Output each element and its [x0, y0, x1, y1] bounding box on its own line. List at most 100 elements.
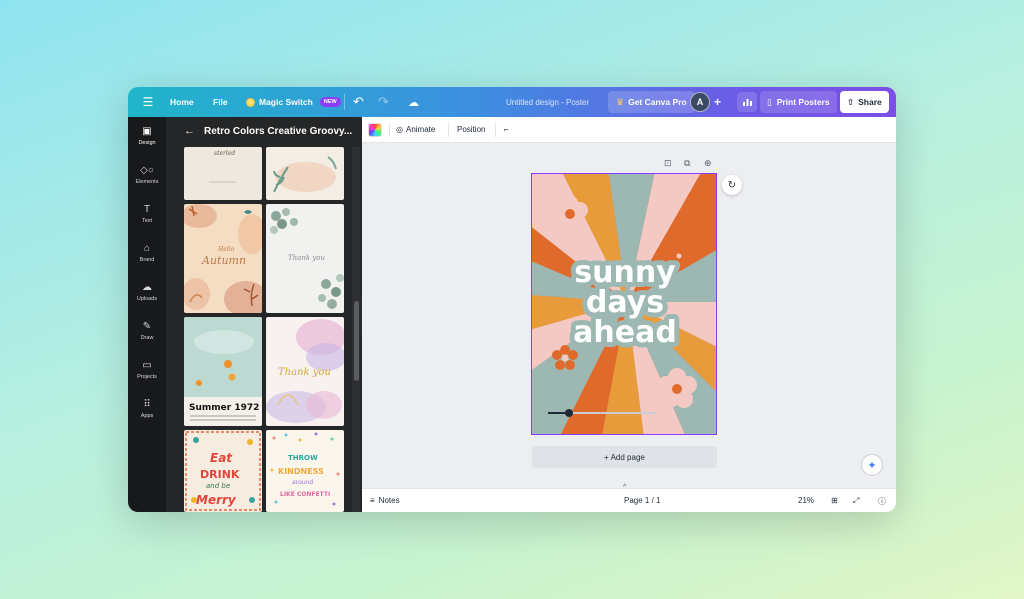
notes-button[interactable]: ≡ Notes — [370, 496, 400, 505]
draw-icon: ✎ — [142, 321, 152, 332]
position-button[interactable]: Position — [457, 125, 485, 134]
rail-label: Text — [141, 218, 153, 224]
svg-text:Summer 1972: Summer 1972 — [189, 403, 259, 413]
rail-item-design[interactable]: ▣ Design — [128, 119, 166, 153]
template-thumbnail[interactable] — [266, 147, 344, 200]
svg-text:LIKE CONFETTI: LIKE CONFETTI — [280, 491, 330, 498]
template-grid: sterled Hello Autumn Thank you Summer 19… — [184, 147, 344, 512]
template-thumbnail[interactable]: Hello Autumn — [184, 204, 262, 313]
rail-label: Uploads — [136, 296, 158, 302]
toolbar-divider — [448, 123, 449, 137]
rail-item-projects[interactable]: ▭ Projects — [128, 353, 166, 387]
share-icon: ⇧ — [847, 96, 855, 107]
svg-text:Thank you: Thank you — [278, 367, 331, 378]
poster-design[interactable]: sunny days ahead sunny days ahead — [531, 173, 717, 435]
svg-text:and be: and be — [206, 482, 230, 490]
menu-icon[interactable]: ☰ — [138, 87, 158, 117]
add-page-button[interactable]: + Add page — [532, 446, 717, 468]
zoom-slider-knob[interactable] — [565, 409, 573, 417]
back-arrow-icon[interactable]: ← — [184, 125, 195, 137]
template-thumbnail[interactable]: Summer 1972 — [184, 317, 262, 426]
template-thumbnail[interactable]: THROW KINDNESS around LIKE CONFETTI — [266, 430, 344, 512]
notes-label: Notes — [378, 496, 400, 505]
panel-title: Retro Colors Creative Groovy... — [204, 126, 353, 137]
design-icon: ▣ — [142, 126, 152, 137]
poster-line-3: ahead — [573, 315, 677, 350]
rail-item-elements[interactable]: ◇○ Elements — [128, 158, 166, 192]
panel-scroll-thumb[interactable] — [354, 301, 359, 381]
svg-text:Hello: Hello — [217, 246, 235, 253]
template-panel: ← Retro Colors Creative Groovy... sterle… — [166, 117, 362, 512]
template-thumbnail[interactable]: Thank you — [266, 204, 344, 313]
brand-icon: ⌂ — [143, 243, 151, 254]
panel-header: ← Retro Colors Creative Groovy... — [166, 117, 362, 147]
rail-label: Brand — [139, 257, 155, 263]
add-collaborator-icon[interactable]: + — [714, 87, 721, 117]
get-canva-pro-button[interactable]: ♛ Get Canva Pro — [608, 91, 695, 113]
fullscreen-icon[interactable]: ⤢ — [853, 496, 859, 506]
apps-icon: ⠿ — [143, 399, 151, 410]
help-icon[interactable]: ⓘ — [878, 496, 886, 507]
elements-icon: ◇○ — [140, 165, 154, 176]
cloud-save-icon[interactable]: ☁ — [408, 87, 419, 117]
undo-icon[interactable]: ↶ — [353, 87, 364, 117]
magic-switch-button[interactable]: Magic Switch NEW — [246, 87, 341, 117]
svg-text:around: around — [292, 479, 313, 486]
projects-icon: ▭ — [142, 360, 152, 371]
rail-label: Draw — [140, 335, 154, 341]
notes-icon: ≡ — [370, 496, 375, 505]
copy-style-icon[interactable]: ⌐ — [504, 125, 509, 134]
magic-switch-icon — [246, 97, 255, 107]
template-thumbnail[interactable]: Eat DRINK and be Merry — [184, 430, 262, 512]
magic-switch-label: Magic Switch — [259, 97, 313, 107]
rail-item-apps[interactable]: ⠿ Apps — [128, 392, 166, 426]
file-menu[interactable]: File — [213, 87, 228, 117]
rail-label: Projects — [137, 374, 157, 380]
template-thumbnail[interactable]: Thank you — [266, 317, 344, 426]
zoom-level[interactable]: 21% — [798, 496, 814, 505]
rail-label: Elements — [135, 179, 159, 185]
svg-text:sterled: sterled — [214, 150, 235, 157]
svg-text:DRINK: DRINK — [200, 468, 240, 481]
share-button[interactable]: ⇧ Share — [840, 91, 889, 113]
print-icon: ▯ — [767, 96, 772, 107]
grid-view-icon[interactable]: ⊞ — [831, 496, 838, 505]
svg-text:KINDNESS: KINDNESS — [278, 467, 324, 476]
canva-window: ☰ Home File Magic Switch NEW ↶ ↷ ☁ Untit… — [128, 87, 896, 512]
rail-label: Design — [138, 140, 156, 146]
toolbar-divider — [495, 123, 496, 137]
uploads-icon: ☁ — [142, 282, 152, 293]
svg-text:Autumn: Autumn — [201, 254, 246, 267]
animate-button[interactable]: ◎ Animate — [396, 125, 435, 134]
page-indicator[interactable]: Page 1 / 1 — [624, 496, 660, 505]
svg-text:Thank you: Thank you — [288, 254, 325, 262]
crown-icon: ♛ — [616, 96, 625, 107]
print-label: Print Posters — [776, 97, 830, 107]
avatar[interactable]: A — [690, 92, 710, 112]
rail-label: Apps — [140, 413, 154, 419]
animate-label: Animate — [405, 125, 436, 134]
refresh-icon[interactable]: ↻ — [722, 175, 742, 195]
top-bar: ☰ Home File Magic Switch NEW ↶ ↷ ☁ Untit… — [128, 87, 896, 117]
lock-icon[interactable]: ⊡ — [664, 158, 672, 169]
insights-icon[interactable] — [737, 92, 757, 112]
get-pro-label: Get Canva Pro — [628, 97, 687, 107]
redo-icon[interactable]: ↷ — [378, 87, 389, 117]
document-title[interactable]: Untitled design - Poster — [506, 87, 589, 117]
toolbar-divider — [389, 123, 390, 137]
rail-item-brand[interactable]: ⌂ Brand — [128, 236, 166, 270]
duplicate-page-icon[interactable]: ⧉ — [684, 158, 690, 169]
template-thumbnail[interactable]: sterled — [184, 147, 262, 200]
rail-item-draw[interactable]: ✎ Draw — [128, 314, 166, 348]
rail-item-uploads[interactable]: ☁ Uploads — [128, 275, 166, 309]
print-posters-button[interactable]: ▯ Print Posters — [760, 91, 837, 113]
add-page-icon[interactable]: ⊕ — [704, 158, 712, 169]
editor-footer: ≡ Notes Page 1 / 1 21% ⊞ ⤢ ⓘ — [362, 488, 896, 512]
toolbar-divider — [344, 94, 345, 110]
color-picker[interactable] — [368, 123, 382, 137]
rail-item-text[interactable]: T Text — [128, 197, 166, 231]
text-icon: T — [143, 204, 151, 215]
home-button[interactable]: Home — [170, 87, 194, 117]
animate-icon: ◎ — [396, 125, 403, 134]
sparkle-icon[interactable]: ✦ — [861, 454, 883, 476]
